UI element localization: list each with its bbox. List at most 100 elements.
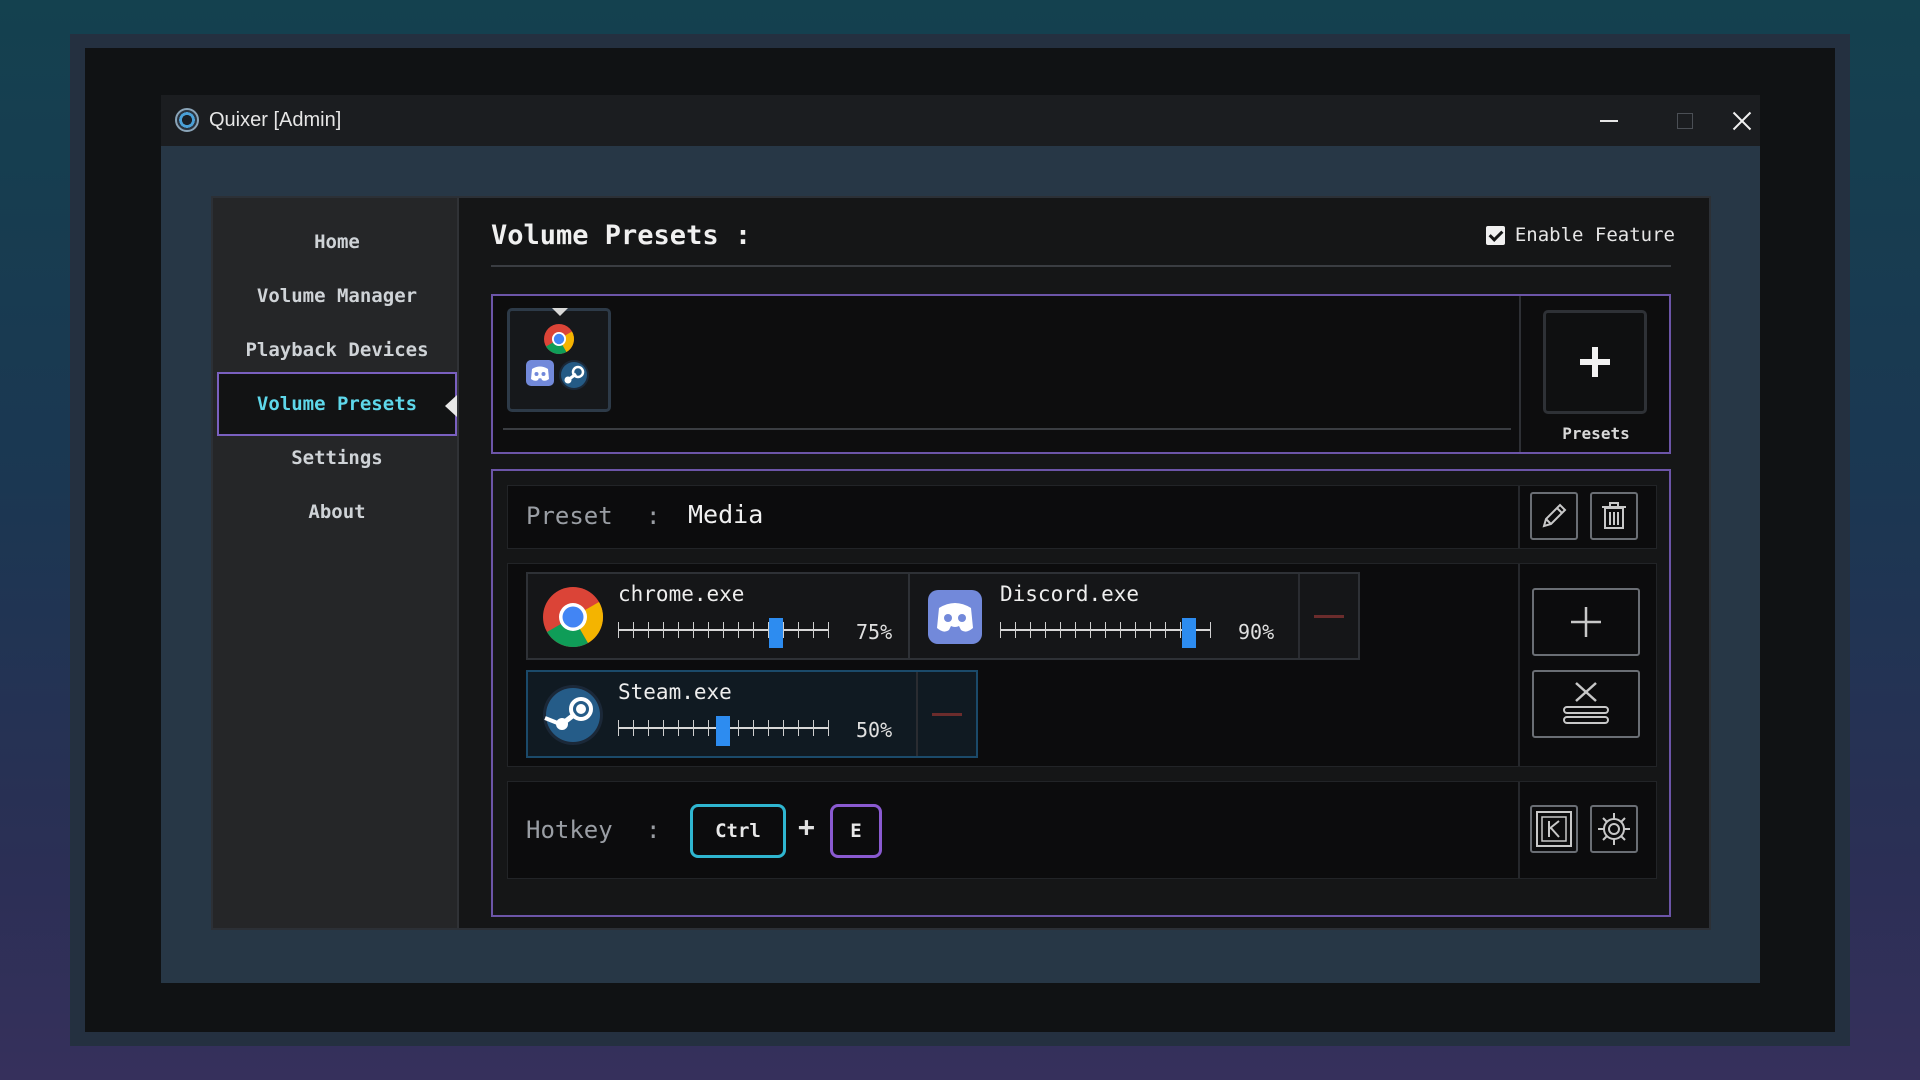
- slider-tick: [693, 622, 694, 638]
- slider-tick: [1060, 622, 1061, 638]
- preset-label: Preset: [526, 502, 613, 530]
- slider-tick: [1015, 622, 1016, 638]
- slider-tick: [783, 622, 784, 638]
- slider-tick: [1120, 622, 1121, 638]
- slider-tick: [1075, 622, 1076, 638]
- clear-apps-button[interactable]: [1532, 670, 1640, 738]
- presets-label: Presets: [1562, 424, 1630, 443]
- volume-slider[interactable]: [618, 716, 829, 746]
- plus-icon: [1580, 347, 1610, 377]
- volume-slider[interactable]: [1000, 618, 1211, 648]
- record-hotkey-button[interactable]: [1530, 805, 1578, 853]
- slider-tick: [813, 720, 814, 736]
- slider-thumb[interactable]: [1182, 618, 1196, 648]
- hotkey-key-e[interactable]: E: [830, 804, 882, 858]
- chrome-icon: [544, 324, 575, 355]
- app-name: Discord.exe: [1000, 582, 1140, 606]
- maximize-icon: [1677, 112, 1693, 129]
- preset-actions: [1518, 486, 1658, 548]
- pencil-icon: [1542, 503, 1567, 528]
- app-card-discord[interactable]: Discord.exe 90%: [908, 572, 1360, 660]
- slider-tick: [798, 622, 799, 638]
- add-preset-button[interactable]: [1543, 310, 1647, 414]
- slider-tick: [768, 720, 769, 736]
- clear-list-icon: [1563, 682, 1609, 724]
- page-title: Volume Presets :: [491, 220, 752, 251]
- delete-preset-button[interactable]: [1590, 492, 1638, 540]
- hotkey-key-ctrl[interactable]: Ctrl: [690, 804, 786, 858]
- slider-tick: [1105, 622, 1106, 638]
- remove-app-button[interactable]: [916, 672, 976, 756]
- app-window: Quixer [Admin] Home Volume Manager Playb…: [161, 95, 1760, 983]
- preset-tile[interactable]: [507, 308, 611, 412]
- slider-tick: [1090, 622, 1091, 638]
- slider-tick: [1165, 622, 1166, 638]
- slider-tick: [723, 622, 724, 638]
- slider-tick: [648, 720, 649, 736]
- maximize-button[interactable]: [1647, 95, 1723, 146]
- enable-feature-checkbox[interactable]: [1485, 225, 1505, 245]
- presets-side-panel: Presets: [1519, 296, 1669, 452]
- sidebar-item-about[interactable]: About: [217, 480, 457, 544]
- trash-icon: [1602, 502, 1626, 529]
- hotkey-settings-button[interactable]: [1590, 805, 1638, 853]
- window-title: Quixer [Admin]: [209, 109, 342, 131]
- slider-tick: [678, 622, 679, 638]
- discord-icon: [526, 360, 554, 386]
- steam-icon: [559, 360, 589, 390]
- steam-icon: [543, 685, 603, 745]
- discord-icon: [928, 590, 982, 644]
- presets-strip: Presets: [491, 294, 1671, 454]
- slider-thumb[interactable]: [768, 618, 783, 648]
- slider-tick: [1210, 622, 1211, 638]
- remove-app-button[interactable]: [1298, 574, 1358, 658]
- slider-tick: [678, 720, 679, 736]
- slider-tick: [1000, 622, 1001, 638]
- title-divider: [491, 265, 1671, 267]
- preset-editor: Preset : Media chrome.exe 75% Discord.ex…: [491, 469, 1671, 917]
- minus-icon: [932, 712, 962, 716]
- rename-preset-button[interactable]: [1530, 492, 1578, 540]
- close-button[interactable]: [1723, 95, 1760, 146]
- slider-tick: [648, 622, 649, 638]
- add-app-button[interactable]: [1532, 588, 1640, 656]
- hotkey-label: Hotkey: [526, 816, 613, 844]
- preset-name[interactable]: Media: [688, 500, 763, 529]
- slider-tick: [828, 622, 829, 638]
- hotkey-actions: [1518, 782, 1658, 878]
- app-name: Steam.exe: [618, 680, 732, 704]
- volume-percent: 50%: [856, 718, 893, 742]
- enable-feature-toggle[interactable]: Enable Feature: [1485, 224, 1675, 246]
- active-indicator-icon: [445, 395, 457, 417]
- hotkey-row: Hotkey : Ctrl + E: [507, 781, 1657, 879]
- volume-slider[interactable]: [618, 618, 829, 648]
- apps-actions: [1518, 564, 1656, 766]
- preset-app-icons: [526, 324, 589, 390]
- minimize-button[interactable]: [1571, 95, 1647, 146]
- volume-percent: 75%: [856, 620, 893, 644]
- slider-tick: [1045, 622, 1046, 638]
- slider-thumb[interactable]: [716, 716, 730, 746]
- app-logo-icon: [175, 108, 199, 132]
- app-card-steam[interactable]: Steam.exe 50%: [526, 670, 978, 758]
- slider-tick: [1135, 622, 1136, 638]
- volume-percent: 90%: [1238, 620, 1275, 644]
- slider-tick: [1150, 622, 1151, 638]
- hotkey-separator: :: [646, 816, 661, 844]
- minus-icon: [1314, 614, 1344, 618]
- close-icon: [1732, 111, 1752, 131]
- preset-name-row: Preset : Media: [507, 485, 1657, 549]
- slider-tick: [1180, 622, 1181, 638]
- slider-tick: [828, 720, 829, 736]
- slider-tick: [738, 720, 739, 736]
- slider-tick: [663, 622, 664, 638]
- hotkey-plus: +: [798, 810, 815, 843]
- title-bar[interactable]: Quixer [Admin]: [161, 95, 1760, 146]
- chrome-icon: [543, 587, 604, 648]
- slider-tick: [708, 720, 709, 736]
- slider-tick: [753, 622, 754, 638]
- slider-tick: [798, 720, 799, 736]
- slider-tick: [813, 622, 814, 638]
- app-content: Home Volume Manager Playback Devices Vol…: [211, 196, 1711, 930]
- strip-scrollbar[interactable]: [503, 428, 1511, 430]
